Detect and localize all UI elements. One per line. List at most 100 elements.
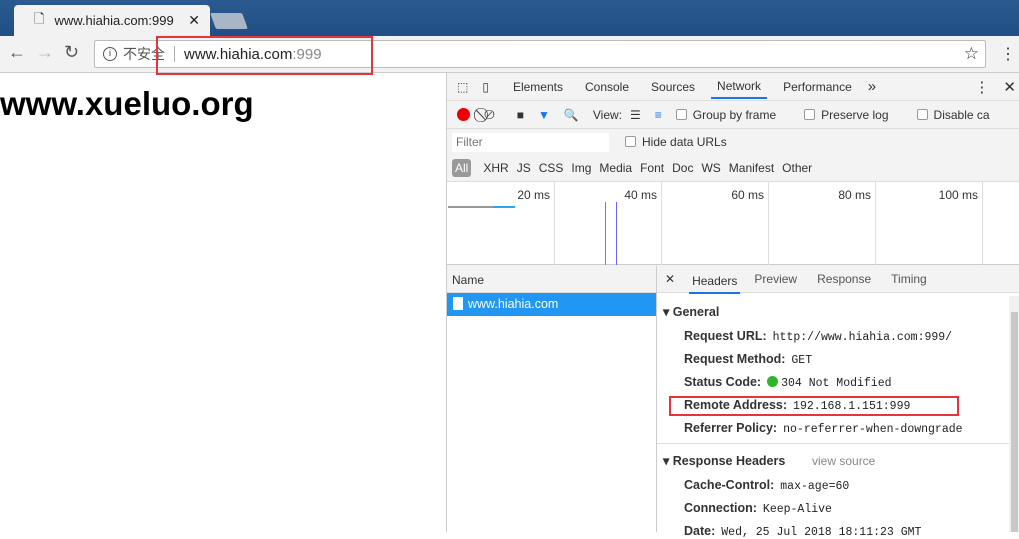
type-filter-ws[interactable]: WS xyxy=(701,161,720,175)
tab-headers[interactable]: Headers xyxy=(689,269,741,294)
header-row: Request URL: http://www.hiahia.com:999/ xyxy=(684,329,952,344)
preserve-log-label: Preserve log xyxy=(821,107,889,122)
filter-input[interactable] xyxy=(452,132,609,152)
new-tab-button[interactable] xyxy=(210,13,248,29)
close-tab-icon[interactable]: ✕ xyxy=(188,12,200,29)
hide-data-urls-checkbox[interactable]: Hide data URLs xyxy=(625,135,741,149)
device-icon[interactable]: ▯ xyxy=(482,80,489,94)
general-title: General xyxy=(672,305,720,319)
page-icon: 🗋 xyxy=(34,10,45,26)
view-source-link[interactable]: view source xyxy=(812,454,875,468)
search-icon[interactable]: 🔍 xyxy=(564,108,579,122)
header-key: Status Code: xyxy=(684,375,762,389)
tab-response[interactable]: Response xyxy=(817,272,871,286)
menu-icon[interactable]: ⋮ xyxy=(1000,44,1016,64)
header-row: Request Method: GET xyxy=(684,352,812,367)
response-headers-toggle[interactable]: ▾ Response Headers xyxy=(663,453,785,468)
tab-timing[interactable]: Timing xyxy=(891,272,927,286)
highlight-box xyxy=(669,396,959,416)
document-icon xyxy=(453,297,463,310)
header-value: 304 Not Modified xyxy=(781,377,892,390)
waterfall-view-icon[interactable]: ≡ xyxy=(655,108,662,122)
info-icon[interactable]: i xyxy=(103,47,117,61)
tab-elements[interactable]: Elements xyxy=(513,80,563,94)
devtools-panel: ⬚ ▯ Elements Console Sources Network Per… xyxy=(446,73,1019,539)
view-label: View: xyxy=(592,107,622,122)
header-key: Request URL: xyxy=(684,329,767,343)
type-filter-media[interactable]: Media xyxy=(599,161,632,175)
tab-console[interactable]: Console xyxy=(585,80,629,94)
more-tabs-icon[interactable]: » xyxy=(868,78,876,95)
scrollbar[interactable] xyxy=(1009,296,1019,532)
header-value: GET xyxy=(791,354,813,367)
close-detail-icon[interactable]: ✕ xyxy=(665,272,675,286)
disable-cache-label: Disable ca xyxy=(933,107,990,122)
type-filter-all[interactable]: All xyxy=(452,159,472,177)
divider xyxy=(657,443,1009,444)
header-key: Referrer Policy: xyxy=(684,421,778,435)
reload-icon[interactable]: ↻ xyxy=(64,42,79,63)
network-toolbar: ⃠⊘ ■ ▼ 🔍 View: ☰ ≡ Group by frame Preser… xyxy=(447,101,1019,129)
bookmark-star-icon[interactable]: ☆ xyxy=(964,44,979,64)
tab-sources[interactable]: Sources xyxy=(651,80,695,94)
timeline-tick: 60 ms xyxy=(731,188,764,202)
timeline-tick: 80 ms xyxy=(838,188,871,202)
browser-tab[interactable]: 🗋 www.hiahia.com:999 ✕ xyxy=(14,5,210,36)
header-value: no-referrer-when-downgrade xyxy=(783,423,963,436)
tab-network[interactable]: Network xyxy=(711,75,768,99)
highlight-box xyxy=(156,36,373,75)
detail-tabs: ✕ Headers Preview Response Timing xyxy=(657,266,1019,294)
disable-cache-checkbox[interactable]: Disable ca xyxy=(916,107,1004,122)
type-filter-font[interactable]: Font xyxy=(640,161,664,175)
header-value: max-age=60 xyxy=(780,480,850,493)
timeline-gridline xyxy=(554,182,555,265)
tab-title: www.hiahia.com:999 xyxy=(54,13,174,28)
timeline-gridline xyxy=(875,182,876,265)
list-view-icon[interactable]: ☰ xyxy=(630,108,641,122)
header-row: Referrer Policy: no-referrer-when-downgra… xyxy=(684,421,963,436)
hide-data-urls-label: Hide data URLs xyxy=(642,135,727,149)
request-bar-download xyxy=(493,206,515,208)
request-name: www.hiahia.com xyxy=(468,297,559,311)
timeline-tick: 100 ms xyxy=(938,188,978,202)
name-column-header[interactable]: Name xyxy=(447,266,656,293)
type-filter-js[interactable]: JS xyxy=(517,161,531,175)
type-filter-img[interactable]: Img xyxy=(571,161,591,175)
status-ok-icon xyxy=(767,376,779,387)
request-row[interactable]: www.hiahia.com xyxy=(447,293,656,316)
filter-icon[interactable]: ▼ xyxy=(538,108,550,122)
timeline-gridline xyxy=(982,182,983,265)
camera-icon[interactable]: ■ xyxy=(517,108,524,122)
type-filter-manifest[interactable]: Manifest xyxy=(729,161,774,175)
page-heading: www.xueluo.org xyxy=(0,85,254,122)
type-filter-css[interactable]: CSS xyxy=(539,161,564,175)
header-row: Cache-Control: max-age=60 xyxy=(684,478,849,493)
tab-preview[interactable]: Preview xyxy=(754,272,797,286)
dom-content-loaded-line xyxy=(616,202,617,265)
type-filter-other[interactable]: Other xyxy=(782,161,812,175)
forward-icon[interactable]: → xyxy=(36,42,54,63)
devtools-tabs: ⬚ ▯ Elements Console Sources Network Per… xyxy=(447,73,1019,101)
record-icon[interactable] xyxy=(457,108,470,121)
group-by-frame-checkbox[interactable]: Group by frame xyxy=(675,108,790,122)
load-event-line xyxy=(605,202,606,265)
type-filter-xhr[interactable]: XHR xyxy=(483,161,508,175)
general-section-toggle[interactable]: ▾ General xyxy=(663,304,719,319)
timeline-tick: 20 ms xyxy=(517,188,550,202)
request-list: Name www.hiahia.com xyxy=(447,266,657,532)
header-value: Wed, 25 Jul 2018 18:11:23 GMT xyxy=(721,526,922,539)
clear-icon[interactable]: ⃠⊘ xyxy=(484,106,495,123)
header-key: Cache-Control: xyxy=(684,478,775,492)
header-key: Connection: xyxy=(684,501,757,515)
timeline-overview[interactable]: 20 ms 40 ms 60 ms 80 ms 100 ms xyxy=(447,182,1019,265)
preserve-log-checkbox[interactable]: Preserve log xyxy=(804,108,902,122)
inspect-icon[interactable]: ⬚ xyxy=(457,80,468,94)
header-row: Connection: Keep-Alive xyxy=(684,501,832,516)
back-icon[interactable]: ← xyxy=(8,42,26,63)
type-filters: All XHR JS CSS Img Media Font Doc WS Manifest Othe… xyxy=(447,155,1019,182)
timeline-gridline xyxy=(661,182,662,265)
tab-performance[interactable]: Performance xyxy=(783,80,852,94)
devtools-menu-icon[interactable]: ⋮ xyxy=(974,78,989,96)
close-devtools-icon[interactable]: ✕ xyxy=(1003,78,1016,96)
type-filter-doc[interactable]: Doc xyxy=(672,161,693,175)
